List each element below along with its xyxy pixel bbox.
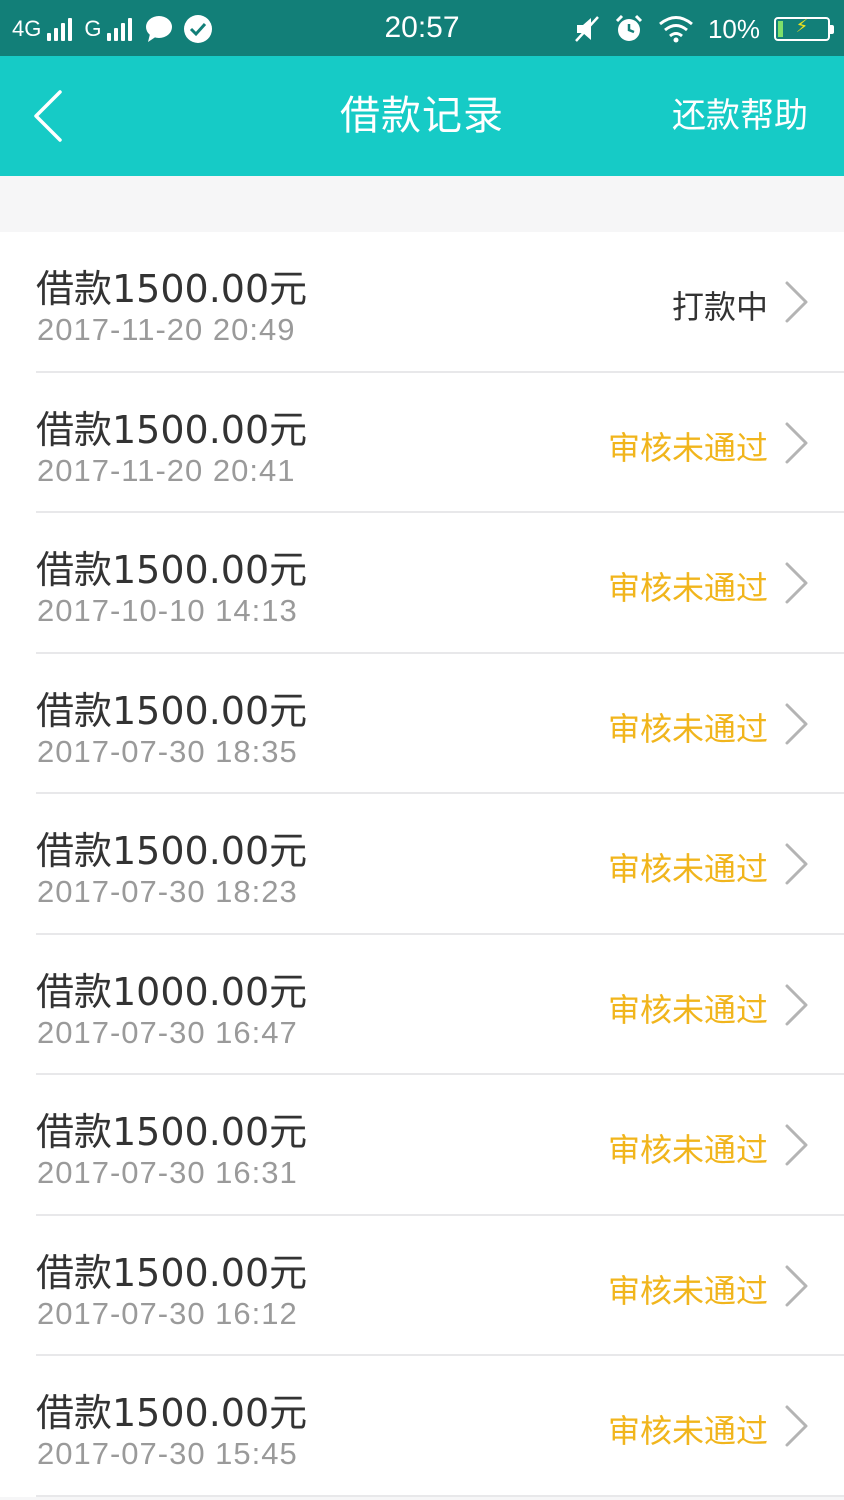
loan-amount: 借款1500.00元 [36,829,308,873]
section-spacer [0,176,844,232]
loan-status: 审核未通过 [607,709,768,748]
alarm-icon [615,14,643,41]
charging-bolt-icon: ⚡ [795,16,809,37]
loan-amount: 借款1500.00元 [36,1110,308,1154]
loan-date: 2017-07-30 15:45 [37,1436,298,1471]
loan-record-list: 借款1500.00元 2017-11-20 20:49 打款中 借款1500.00元 2… [0,232,844,1497]
loan-amount: 借款1500.00元 [36,1391,308,1435]
loan-status: 审核未通过 [607,1412,768,1450]
status-bar: 4G G 20:57 10% ⚡ [0,0,844,56]
loan-record-row[interactable]: 借款1500.00元 2017-07-30 18:23 审核未通过 [0,794,844,935]
chevron-right-icon [785,1265,808,1306]
loan-amount: 借款1500.00元 [36,407,308,452]
loan-amount: 借款1500.00元 [36,548,308,592]
loan-record-row[interactable]: 借款1000.00元 2017-07-30 16:47 审核未通过 [0,935,844,1075]
loan-status: 审核未通过 [607,428,768,467]
loan-status: 审核未通过 [607,1271,768,1310]
status-bar-right: 10% ⚡ [574,11,834,47]
loan-date: 2017-11-20 20:41 [37,452,296,488]
loan-record-row[interactable]: 借款1500.00元 2017-07-30 18:35 审核未通过 [0,654,844,794]
chevron-right-icon [785,562,808,604]
loan-status: 审核未通过 [607,569,768,607]
loan-status: 打款中 [671,288,768,326]
battery-charging-icon: ⚡ [774,16,834,41]
row-divider [36,1494,844,1497]
loan-record-row[interactable]: 借款1500.00元 2017-07-30 16:31 审核未通过 [0,1075,844,1216]
loan-date: 2017-07-30 16:12 [37,1295,298,1331]
loan-amount: 借款1000.00元 [36,969,308,1014]
loan-date: 2017-10-10 14:13 [37,593,298,628]
nav-bar: 借款记录 还款帮助 [0,56,844,176]
loan-date: 2017-07-30 16:47 [37,1014,298,1050]
loan-amount: 借款1500.00元 [36,267,308,311]
loan-record-row[interactable]: 借款1500.00元 2017-10-10 14:13 审核未通过 [0,513,844,654]
loan-amount: 借款1500.00元 [36,1250,308,1295]
chevron-right-icon [785,1124,808,1166]
battery-percent: 10% [707,13,760,44]
repayment-help-link[interactable]: 还款帮助 [672,56,808,176]
loan-date: 2017-07-30 18:23 [37,874,298,909]
chevron-right-icon [785,984,808,1025]
loan-status: 审核未通过 [607,1131,768,1169]
loan-record-row[interactable]: 借款1500.00元 2017-11-20 20:49 打款中 [0,232,844,373]
loan-status: 审核未通过 [607,990,768,1029]
loan-record-row[interactable]: 借款1500.00元 2017-07-30 16:12 审核未通过 [0,1216,844,1356]
chevron-right-icon [785,1405,808,1447]
chevron-right-icon [785,422,808,463]
loan-date: 2017-11-20 20:49 [37,312,296,347]
chevron-right-icon [785,843,808,885]
loan-amount: 借款1500.00元 [36,688,308,733]
wifi-icon [659,16,693,43]
loan-record-row[interactable]: 借款1500.00元 2017-07-30 15:45 审核未通过 [0,1356,844,1497]
loan-status: 审核未通过 [607,850,768,888]
chevron-right-icon [785,703,808,744]
mute-icon [575,16,599,42]
loan-date: 2017-07-30 18:35 [37,733,298,769]
loan-date: 2017-07-30 16:31 [37,1155,298,1190]
chevron-right-icon [785,281,808,323]
loan-record-row[interactable]: 借款1500.00元 2017-11-20 20:41 审核未通过 [0,373,844,513]
